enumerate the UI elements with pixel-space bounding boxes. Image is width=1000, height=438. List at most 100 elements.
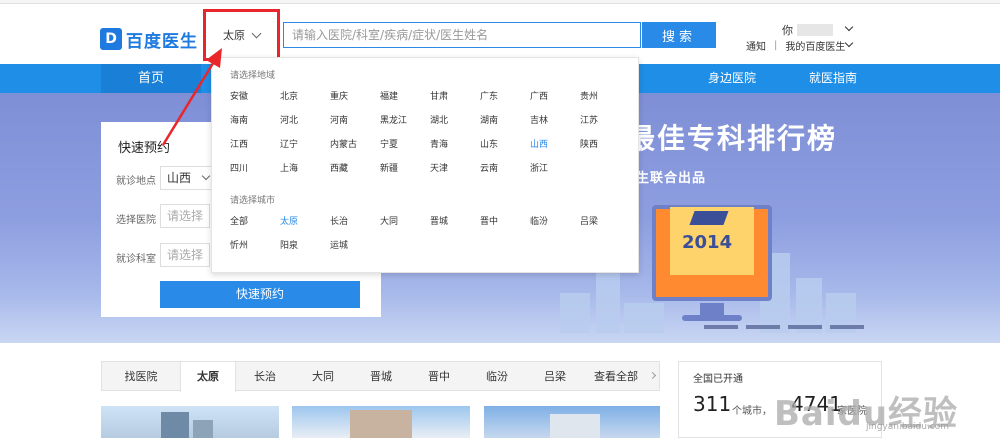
city-option[interactable]: 阳泉 (280, 238, 298, 251)
stats-title: 全国已开通 (693, 374, 743, 385)
city-option[interactable]: 临汾 (530, 214, 548, 227)
banner-dot[interactable] (788, 325, 822, 329)
cities-unit: 个城市， (732, 406, 772, 417)
site-logo[interactable]: D 百度医生 (100, 26, 198, 52)
search-input[interactable] (284, 23, 640, 47)
nav-item-home[interactable]: 首页 (101, 64, 201, 93)
hospital-card-image[interactable] (292, 406, 470, 438)
region-option[interactable]: 甘肃 (430, 89, 448, 102)
region-option[interactable]: 宁夏 (380, 137, 398, 150)
city-option[interactable]: 吕梁 (580, 214, 598, 227)
region-option[interactable]: 辽宁 (280, 137, 298, 150)
cities-count: 311 (693, 392, 732, 416)
link-separator: | (774, 40, 778, 51)
region-option[interactable]: 贵州 (580, 89, 598, 102)
quick-booking-title: 快速预约 (118, 141, 171, 156)
region-option[interactable]: 浙江 (530, 161, 548, 174)
tab-5[interactable]: 晋中 (410, 362, 468, 391)
region-option[interactable]: 北京 (280, 89, 298, 102)
region-option[interactable]: 山西 (530, 137, 548, 150)
region-option[interactable]: 吉林 (530, 113, 548, 126)
chevron-right-icon[interactable] (648, 371, 657, 380)
user-links: 通知 | 我的百度医生 (746, 38, 845, 53)
banner-dot[interactable] (704, 325, 738, 329)
region-section-label: 请选择地域 (230, 71, 276, 81)
city-option[interactable]: 晋城 (430, 214, 448, 227)
tab-6[interactable]: 临汾 (468, 362, 526, 391)
hospital-select[interactable]: 请选择 (160, 204, 210, 228)
nav-item-nearby[interactable]: 身边医院 (708, 64, 756, 93)
region-option[interactable]: 河南 (330, 113, 348, 126)
region-option[interactable]: 广西 (530, 89, 548, 102)
region-option[interactable]: 河北 (280, 113, 298, 126)
city-selector-label: 太原 (223, 29, 245, 42)
my-doctor-link[interactable]: 我的百度医生 (785, 38, 845, 53)
banner-dot[interactable] (830, 325, 864, 329)
user-greeting-text: 你 (782, 24, 793, 37)
city-option[interactable]: 忻州 (230, 238, 248, 251)
banner-dot[interactable] (746, 325, 780, 329)
region-option[interactable]: 江苏 (580, 113, 598, 126)
region-option[interactable]: 黑龙江 (380, 113, 407, 126)
city-option[interactable]: 运城 (330, 238, 348, 251)
tab-1[interactable]: 太原 (180, 362, 236, 392)
hospital-label: 选择医院 (116, 215, 156, 226)
city-section-label: 请选择城市 (230, 196, 276, 206)
logo-text: 百度医生 (126, 31, 198, 52)
region-option[interactable]: 云南 (480, 161, 498, 174)
tab-0[interactable]: 找医院 (102, 362, 180, 391)
tab-3[interactable]: 大同 (294, 362, 352, 391)
watermark-url: jingyan.baidu.com (866, 422, 950, 432)
region-option[interactable]: 福建 (380, 89, 398, 102)
tab-7[interactable]: 吕梁 (526, 362, 584, 391)
region-option[interactable]: 内蒙古 (330, 137, 357, 150)
chevron-down-icon (201, 171, 211, 181)
region-option[interactable]: 湖北 (430, 113, 448, 126)
hospital-card-image[interactable] (101, 406, 279, 438)
location-label: 就诊地点 (116, 176, 156, 187)
city-option[interactable]: 大同 (380, 214, 398, 227)
region-option[interactable]: 上海 (280, 161, 298, 174)
city-selector-button[interactable]: 太原 (203, 9, 280, 61)
region-option[interactable]: 海南 (230, 113, 248, 126)
region-option[interactable]: 安徽 (230, 89, 248, 102)
city-dropdown-panel: 请选择地域 请选择城市 安徽 北京 重庆 福建 甘肃 广东 广西 贵州海南 河北 河南 黑龙江 湖北 湖… (211, 57, 639, 273)
user-greeting[interactable]: 你 (782, 22, 833, 38)
banner-pagination[interactable] (704, 325, 864, 329)
search-box (283, 22, 641, 48)
location-select[interactable]: 山西 (160, 166, 216, 190)
graduation-cap-icon (689, 211, 729, 225)
dept-label: 就诊科室 (116, 254, 156, 265)
hospital-tabs: 找医院 太原 长治 大同 晋城 晋中 临汾 吕梁 查看全部 (101, 361, 660, 392)
tab-2[interactable]: 长治 (236, 362, 294, 391)
city-option[interactable]: 全部 (230, 214, 248, 227)
search-button[interactable]: 搜索 (642, 22, 716, 48)
page: D 百度医生 太原 搜索 你 通知 | 我的百度医生 首页 身边医院 就医指南 (0, 0, 1000, 438)
banner-title: 最佳专科排行榜 (627, 122, 838, 155)
region-option[interactable]: 重庆 (330, 89, 348, 102)
chevron-down-icon (251, 28, 262, 38)
region-option[interactable]: 天津 (430, 161, 448, 174)
hospital-card-image[interactable] (484, 406, 660, 438)
region-option[interactable]: 青海 (430, 137, 448, 150)
region-option[interactable]: 湖南 (480, 113, 498, 126)
tab-8[interactable]: 查看全部 (584, 362, 648, 391)
region-option[interactable]: 广东 (480, 89, 498, 102)
notice-link[interactable]: 通知 (746, 38, 766, 53)
region-option[interactable]: 西藏 (330, 161, 348, 174)
dept-select[interactable]: 请选择 (160, 243, 210, 267)
region-option[interactable]: 新疆 (380, 161, 398, 174)
city-option[interactable]: 长治 (330, 214, 348, 227)
monitor-illustration: 2014 (652, 195, 772, 325)
location-value: 山西 (167, 171, 192, 185)
banner-subtitle: 生联合出品 (636, 171, 707, 186)
region-option[interactable]: 陕西 (580, 137, 598, 150)
region-option[interactable]: 山东 (480, 137, 498, 150)
city-option[interactable]: 晋中 (480, 214, 498, 227)
city-option[interactable]: 太原 (280, 214, 298, 227)
quick-booking-button[interactable]: 快速预约 (160, 281, 360, 308)
nav-item-guide[interactable]: 就医指南 (809, 64, 857, 93)
region-option[interactable]: 江西 (230, 137, 248, 150)
tab-4[interactable]: 晋城 (352, 362, 410, 391)
region-option[interactable]: 四川 (230, 161, 248, 174)
